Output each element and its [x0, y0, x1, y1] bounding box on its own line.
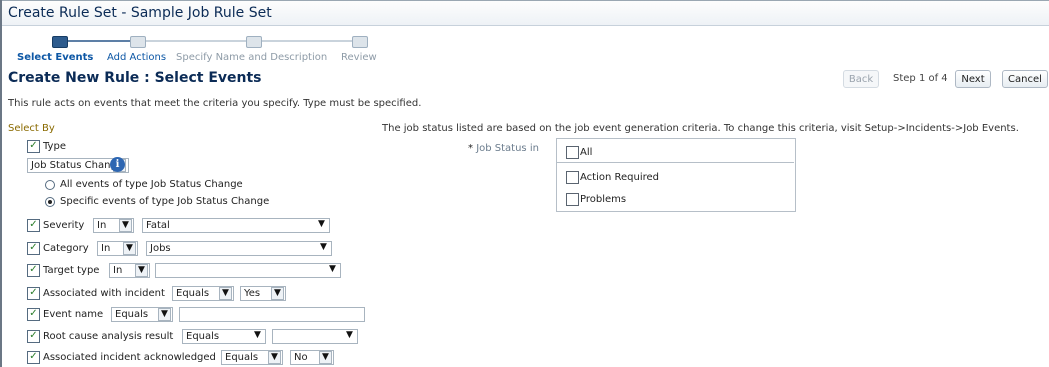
severity-checkbox[interactable]: ✓	[27, 219, 40, 232]
job-status-info-text: The job status listed are based on the j…	[382, 123, 1019, 134]
train-node-add-actions[interactable]	[130, 36, 146, 48]
severity-value-select[interactable]: Fatal	[142, 218, 330, 233]
type-label: Type	[43, 141, 66, 152]
event-name-label: Event name	[43, 309, 104, 320]
severity-operator-value: In	[97, 220, 107, 231]
associated-incident-value: Yes	[244, 288, 261, 299]
associated-incident-label: Associated with incident	[43, 288, 165, 299]
train-connector-3	[252, 40, 354, 42]
info-icon[interactable]: i	[110, 157, 125, 172]
target-type-value-select[interactable]	[155, 263, 341, 278]
category-label: Category	[43, 243, 89, 254]
job-status-all-label: All	[580, 147, 593, 158]
job-status-problems-label: Problems	[580, 194, 627, 205]
incident-ack-checkbox[interactable]: ✓	[27, 351, 40, 364]
target-type-operator-value: In	[113, 265, 123, 276]
job-status-action-required-label: Action Required	[580, 172, 660, 183]
category-value: Jobs	[150, 243, 171, 254]
job-status-divider	[556, 162, 794, 163]
severity-value: Fatal	[146, 220, 170, 231]
section-title: Create New Rule : Select Events	[8, 70, 262, 86]
severity-label: Severity	[43, 220, 85, 231]
train-node-review	[352, 36, 368, 48]
job-status-all-checkbox[interactable]	[566, 146, 579, 159]
radio-all-events[interactable]	[45, 180, 55, 190]
required-mark: *	[468, 143, 473, 154]
incident-ack-label: Associated incident acknowledged	[43, 352, 216, 363]
radio-all-events-label: All events of type Job Status Change	[60, 179, 243, 190]
target-type-label: Target type	[43, 265, 100, 276]
page-title: Create Rule Set - Sample Job Rule Set	[8, 5, 272, 21]
chevron-down-icon[interactable]: ▼	[326, 264, 339, 277]
train-label-select-events[interactable]: Select Events	[17, 52, 93, 63]
root-cause-checkbox[interactable]: ✓	[27, 330, 40, 343]
back-button[interactable]: Back	[843, 70, 879, 88]
train-label-review: Review	[341, 52, 377, 63]
chevron-down-icon[interactable]: ▼	[268, 351, 281, 364]
type-checkbox[interactable]: ✓	[27, 140, 40, 153]
radio-specific-events-label: Specific events of type Job Status Chang…	[60, 196, 270, 207]
job-status-problems-checkbox[interactable]	[566, 193, 579, 206]
chevron-down-icon[interactable]: ▼	[271, 287, 284, 300]
chevron-down-icon[interactable]: ▼	[251, 330, 264, 343]
category-checkbox[interactable]: ✓	[27, 242, 40, 255]
frame-left-border	[0, 0, 2, 367]
cancel-button[interactable]: Cancel	[1002, 70, 1048, 88]
chevron-down-icon[interactable]: ▼	[319, 351, 332, 364]
job-status-label: * Job Status in	[468, 143, 539, 154]
instructions-text: This rule acts on events that meet the c…	[8, 98, 422, 109]
radio-specific-events[interactable]	[45, 197, 55, 207]
step-indicator: Step 1 of 4	[893, 73, 948, 84]
incident-ack-operator-value: Equals	[225, 352, 259, 363]
chevron-down-icon[interactable]: ▼	[343, 330, 356, 343]
train-label-specify-name: Specify Name and Description	[176, 52, 328, 63]
event-name-checkbox[interactable]: ✓	[27, 308, 40, 321]
chevron-down-icon[interactable]: ▼	[219, 287, 232, 300]
event-name-operator-value: Equals	[115, 309, 149, 320]
associated-incident-operator-value: Equals	[176, 288, 210, 299]
chevron-down-icon[interactable]: ▼	[119, 219, 132, 232]
job-status-action-required-checkbox[interactable]	[566, 171, 579, 184]
incident-ack-value: No	[294, 352, 308, 363]
category-value-select[interactable]: Jobs	[146, 241, 332, 256]
category-operator-value: In	[101, 243, 111, 254]
chevron-down-icon[interactable]: ▼	[317, 242, 330, 255]
select-by-label: Select By	[8, 123, 55, 134]
train-connector-1	[66, 40, 138, 42]
target-type-checkbox[interactable]: ✓	[27, 264, 40, 277]
train-node-specify-name	[246, 36, 262, 48]
associated-incident-checkbox[interactable]: ✓	[27, 287, 40, 300]
chevron-down-icon[interactable]: ▼	[123, 242, 136, 255]
job-status-label-text: Job Status in	[476, 143, 539, 154]
root-cause-operator-value: Equals	[186, 331, 220, 342]
train-node-select-events[interactable]	[52, 36, 68, 48]
chevron-down-icon[interactable]: ▼	[315, 219, 328, 232]
event-name-input[interactable]	[179, 307, 365, 322]
train-label-add-actions[interactable]: Add Actions	[107, 52, 166, 63]
next-button[interactable]: Next	[955, 70, 991, 88]
chevron-down-icon[interactable]: ▼	[135, 264, 148, 277]
train-connector-2	[144, 40, 246, 42]
root-cause-label: Root cause analysis result	[43, 331, 174, 342]
chevron-down-icon[interactable]: ▼	[158, 308, 171, 321]
